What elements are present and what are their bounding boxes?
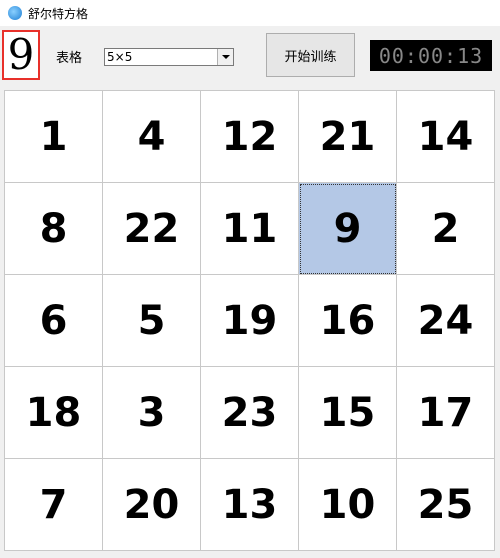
grid-cell[interactable]: 22 <box>103 183 201 275</box>
grid-cell[interactable]: 1 <box>5 91 103 183</box>
chevron-down-icon[interactable] <box>217 49 233 65</box>
grid-cell[interactable]: 18 <box>5 367 103 459</box>
grid-cell[interactable]: 9 <box>299 183 397 275</box>
grid-cell[interactable]: 11 <box>201 183 299 275</box>
grid-size-select-value: 5×5 <box>107 50 133 64</box>
grid-cell[interactable]: 12 <box>201 91 299 183</box>
grid-cell[interactable]: 4 <box>103 91 201 183</box>
grid-cell[interactable]: 15 <box>299 367 397 459</box>
grid-cell[interactable]: 24 <box>397 275 495 367</box>
grid-cell[interactable]: 25 <box>397 459 495 551</box>
grid-cell[interactable]: 5 <box>103 275 201 367</box>
grid-cell[interactable]: 6 <box>5 275 103 367</box>
grid-cell[interactable]: 3 <box>103 367 201 459</box>
app-icon <box>8 6 22 20</box>
grid-cell[interactable]: 13 <box>201 459 299 551</box>
grid-cell[interactable]: 14 <box>397 91 495 183</box>
grid-cell[interactable]: 21 <box>299 91 397 183</box>
grid-cell[interactable]: 23 <box>201 367 299 459</box>
grid-cell[interactable]: 20 <box>103 459 201 551</box>
grid-cell[interactable]: 8 <box>5 183 103 275</box>
grid-size-label: 表格 <box>56 51 83 66</box>
target-number: 9 <box>2 30 40 80</box>
grid-cell[interactable]: 16 <box>299 275 397 367</box>
grid-cell[interactable]: 2 <box>397 183 495 275</box>
grid-cell[interactable]: 19 <box>201 275 299 367</box>
timer-display: 00:00:13 <box>370 40 492 71</box>
grid-cell[interactable]: 10 <box>299 459 397 551</box>
grid-size-select[interactable]: 5×5 <box>104 48 234 66</box>
window-title: 舒尔特方格 <box>28 6 89 21</box>
title-bar: 舒尔特方格 <box>0 0 500 26</box>
grid-cell[interactable]: 7 <box>5 459 103 551</box>
start-training-button[interactable]: 开始训练 <box>266 33 355 77</box>
schulte-grid: 1 4 12 21 14 8 22 11 9 2 6 5 19 16 24 18… <box>4 90 495 551</box>
grid-cell[interactable]: 17 <box>397 367 495 459</box>
